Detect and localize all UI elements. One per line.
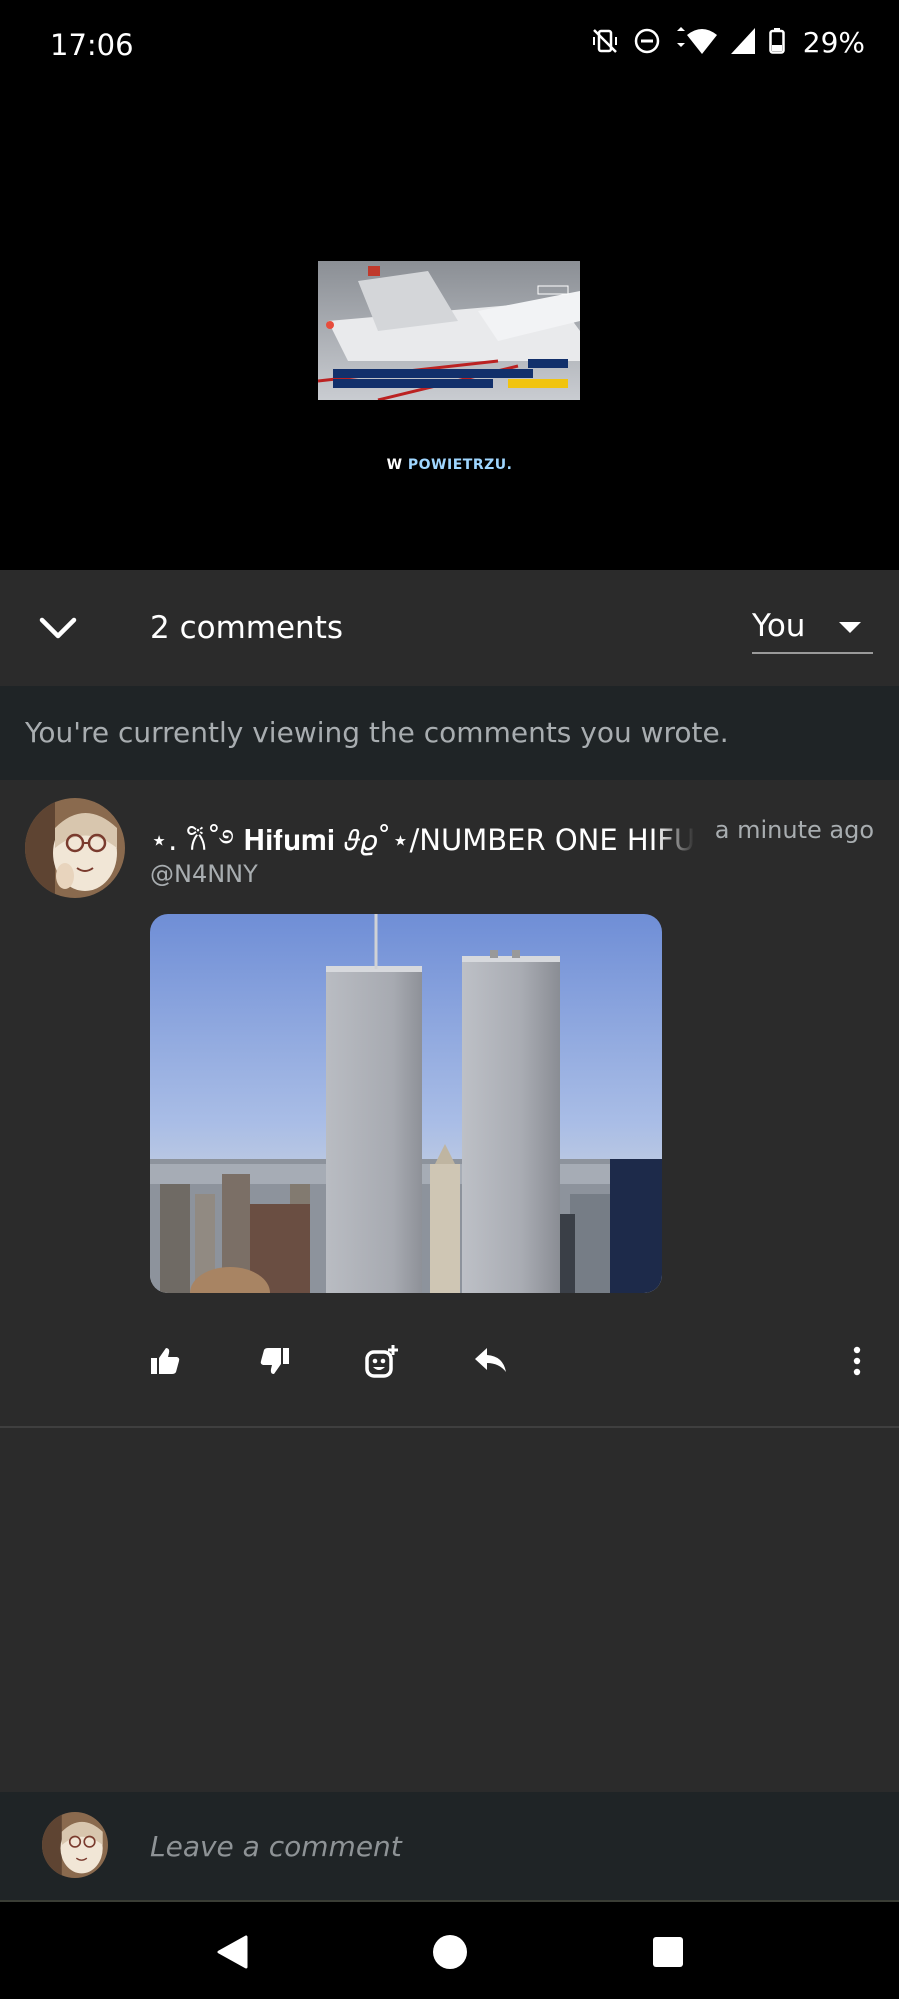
battery-percent: 29% <box>802 26 865 59</box>
more-options-icon[interactable] <box>840 1344 874 1378</box>
like-icon[interactable] <box>148 1344 182 1378</box>
video-frame <box>318 261 580 400</box>
compose-bar <box>0 1792 899 1902</box>
user-avatar <box>42 1812 108 1878</box>
dropdown-caret-icon <box>839 622 861 633</box>
status-bar: 17:06 29% <box>0 0 899 92</box>
comment-filter-dropdown[interactable]: You <box>752 598 873 654</box>
comment-actions <box>0 1336 899 1388</box>
wifi-icon <box>675 26 717 59</box>
comment-timestamp: a minute ago <box>714 816 874 844</box>
comment-divider <box>0 1426 899 1428</box>
comment-image[interactable] <box>150 914 662 1293</box>
comment-list: ⋆. 𐙚˚࿔ 𝐇𝐢𝐟𝐮𝐦𝐢 𝜗𝜚˚⋆/NUMBER ONE HIFUMI a m… <box>0 780 899 1792</box>
back-icon[interactable] <box>212 1932 252 1972</box>
chevron-down-icon <box>39 617 77 639</box>
video-player[interactable]: W POWIETRZU. <box>0 92 899 570</box>
home-icon[interactable] <box>430 1932 470 1972</box>
status-time: 17:06 <box>50 28 134 62</box>
dislike-icon[interactable] <box>258 1344 292 1378</box>
recents-icon[interactable] <box>648 1932 688 1972</box>
comment-author-handle[interactable]: @N4NNY <box>150 860 258 888</box>
comments-count: 2 comments <box>150 610 344 646</box>
vibrate-off-icon <box>591 27 619 59</box>
video-caption: W POWIETRZU. <box>0 457 899 473</box>
reply-icon[interactable] <box>473 1344 507 1378</box>
video-caption-main: POWIETRZU. <box>407 457 513 473</box>
signal-icon <box>730 27 755 58</box>
comment-input[interactable] <box>150 1826 850 1866</box>
do-not-disturb-icon <box>633 27 661 59</box>
info-banner-text: You're currently viewing the comments yo… <box>25 716 729 749</box>
comment-filter-value: You <box>752 608 806 644</box>
avatar[interactable] <box>25 798 125 898</box>
navigation-bar <box>0 1902 899 1999</box>
collapse-comments-button[interactable] <box>36 608 80 648</box>
battery-icon <box>769 27 785 58</box>
comments-header: 2 comments You <box>0 570 899 686</box>
add-reaction-icon[interactable] <box>364 1344 398 1378</box>
video-caption-prefix: W <box>386 457 403 473</box>
info-banner: You're currently viewing the comments yo… <box>0 686 899 780</box>
status-icons: 29% <box>591 26 865 59</box>
